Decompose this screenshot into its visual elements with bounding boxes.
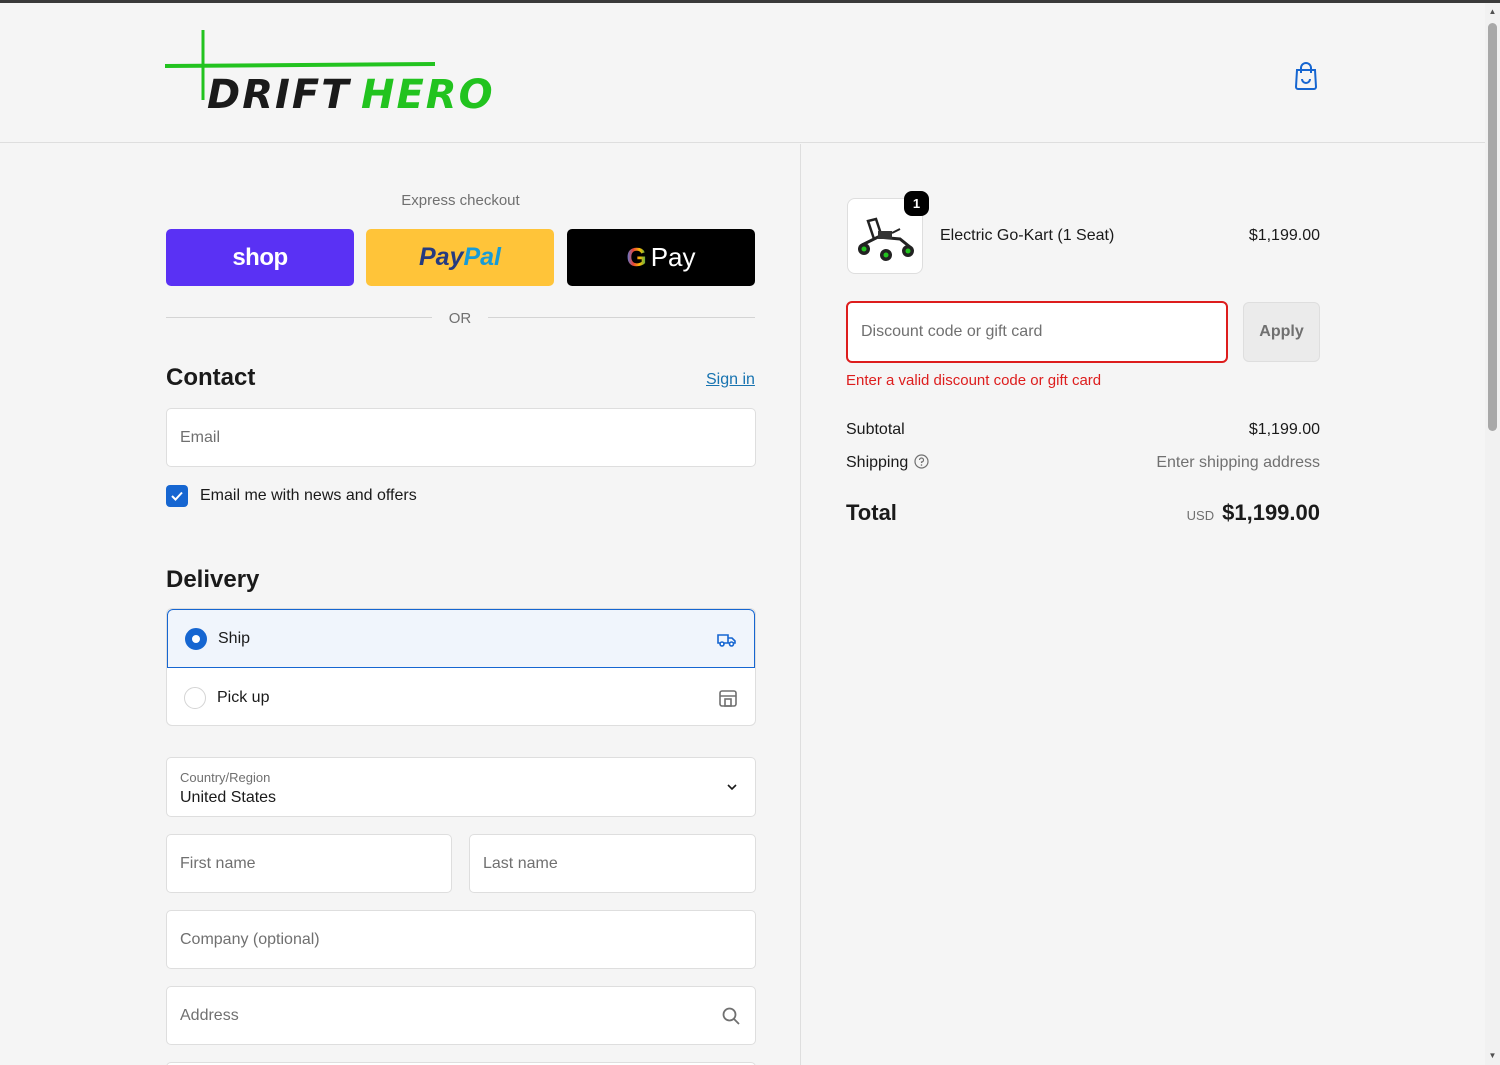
checkout-header: DRIFT HERO — [0, 3, 1485, 143]
scroll-down-arrow-icon[interactable]: ▼ — [1488, 1051, 1497, 1061]
express-checkout-title: Express checkout — [401, 192, 520, 209]
chevron-down-icon — [727, 784, 737, 791]
paypal-label-pay: Pay — [418, 243, 464, 271]
drifthero-logo[interactable]: DRIFT HERO — [165, 28, 525, 118]
country-select[interactable]: Country/Region United States — [166, 757, 756, 817]
logo-text-drift: DRIFT — [207, 72, 351, 118]
first-name-field[interactable] — [166, 834, 452, 893]
sign-in-link[interactable]: Sign in — [706, 371, 755, 389]
address-input[interactable] — [167, 987, 755, 1044]
shopping-bag-icon[interactable] — [1292, 61, 1320, 91]
or-line-left — [166, 317, 432, 318]
product-price: $1,199.00 — [1248, 227, 1320, 244]
newsletter-label: Email me with news and offers — [200, 487, 417, 504]
or-separator: OR — [166, 308, 755, 328]
delivery-heading: Delivery — [166, 566, 260, 593]
truck-icon — [717, 633, 736, 647]
shop-pay-label: shop — [232, 243, 288, 271]
google-pay-label: Pay — [650, 242, 696, 272]
country-label: Country/Region — [180, 770, 271, 785]
product-name: Electric Go-Kart (1 Seat) — [940, 227, 1115, 244]
page-scrollbar[interactable]: ▲ ▼ — [1485, 3, 1500, 1065]
last-name-field[interactable] — [469, 834, 756, 893]
discount-field[interactable] — [846, 301, 1228, 363]
checkmark-icon — [171, 491, 183, 501]
ship-radio[interactable] — [185, 627, 207, 650]
google-pay-button[interactable]: G Pay — [567, 229, 755, 286]
subtotal-row: Subtotal $1,199.00 — [846, 421, 1320, 439]
total-currency: USD — [1186, 508, 1215, 523]
delivery-option-ship[interactable]: Ship — [167, 609, 755, 668]
search-icon — [722, 1007, 740, 1025]
discount-error-message: Enter a valid discount code or gift card — [846, 372, 1102, 389]
pickup-label: Pick up — [217, 688, 270, 706]
newsletter-row[interactable]: Email me with news and offers — [166, 485, 417, 507]
shipping-value: Enter shipping address — [1156, 454, 1320, 471]
subtotal-label: Subtotal — [846, 421, 905, 438]
total-value: $1,199.00 — [1222, 500, 1320, 525]
scroll-thumb[interactable] — [1488, 23, 1497, 431]
help-icon[interactable] — [914, 454, 929, 469]
delivery-option-pickup[interactable]: Pick up — [167, 668, 755, 725]
last-name-input[interactable] — [470, 835, 755, 892]
scroll-up-arrow-icon[interactable]: ▲ — [1488, 7, 1497, 17]
first-name-input[interactable] — [167, 835, 451, 892]
country-value: United States — [180, 789, 277, 806]
discount-input[interactable] — [848, 303, 1226, 361]
pickup-radio[interactable] — [184, 686, 206, 709]
subtotal-value: $1,199.00 — [1248, 421, 1320, 438]
apply-discount-button[interactable]: Apply — [1243, 302, 1320, 362]
paypal-button[interactable]: Pay Pal — [366, 229, 554, 286]
or-line-right — [488, 317, 755, 318]
shop-pay-button[interactable]: shop — [166, 229, 354, 286]
delivery-method-group: Ship Pick up — [166, 608, 756, 726]
paypal-label-pal: Pal — [463, 243, 501, 271]
checkout-form-column: Express checkout shop Pay Pal G Pay OR Con… — [0, 144, 800, 1065]
quantity-badge: 1 — [904, 191, 929, 216]
shipping-row: Shipping Enter shipping address — [846, 454, 1320, 472]
total-label: Total — [846, 500, 897, 525]
ship-label: Ship — [218, 629, 251, 647]
contact-heading: Contact — [166, 364, 256, 391]
company-input[interactable] — [167, 911, 755, 968]
newsletter-checkbox[interactable] — [166, 485, 188, 507]
shipping-label: Shipping — [846, 454, 909, 471]
google-g-icon: G — [626, 242, 647, 272]
or-label: OR — [448, 310, 472, 327]
total-amount: USD $1,199.00 — [1187, 500, 1320, 526]
address-field[interactable] — [166, 986, 756, 1045]
order-summary: 1 Electric Go-Kart (1 Seat) $1,199.00 Ap… — [801, 144, 1485, 1065]
logo-text-hero: HERO — [361, 72, 495, 118]
company-field[interactable] — [166, 910, 756, 969]
email-field[interactable] — [166, 408, 756, 467]
store-icon — [719, 689, 737, 707]
email-input[interactable] — [167, 409, 755, 466]
